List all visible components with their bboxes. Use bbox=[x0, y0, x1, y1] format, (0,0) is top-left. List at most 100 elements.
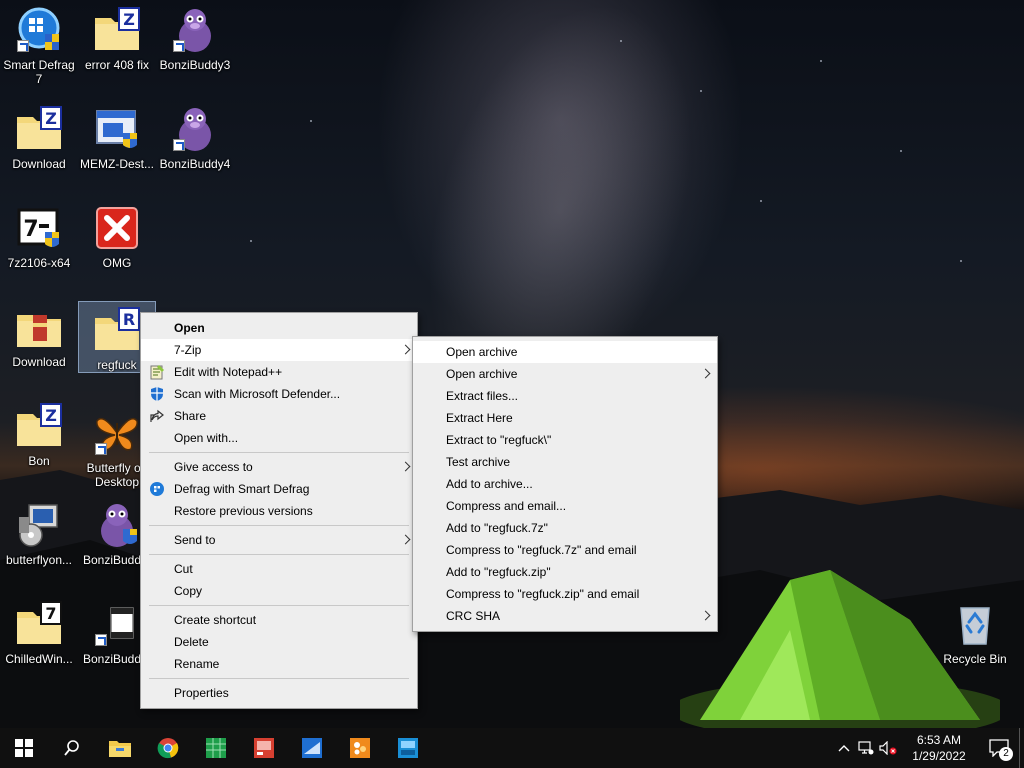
desktop-icon-download-zip[interactable]: Z Download bbox=[1, 101, 77, 197]
menu-item-share[interactable]: Share bbox=[141, 405, 417, 427]
desktop-icon-download-rar[interactable]: Download bbox=[1, 299, 77, 395]
menu-item-scan-defender[interactable]: Scan with Microsoft Defender... bbox=[141, 383, 417, 405]
desktop-icon-bon[interactable]: Z Bon bbox=[1, 398, 77, 494]
taskbar-mail-app[interactable] bbox=[288, 728, 336, 768]
tray-expand-button[interactable] bbox=[833, 728, 855, 768]
menu-item-edit-notepad[interactable]: Edit with Notepad++ bbox=[141, 361, 417, 383]
submenu-item[interactable]: Add to "regfuck.7z" bbox=[413, 517, 717, 539]
chevron-right-icon bbox=[400, 344, 411, 355]
submenu-item[interactable]: Open archive bbox=[413, 341, 717, 363]
winzip-folder-icon: Z bbox=[15, 402, 63, 450]
action-center-button[interactable]: 2 bbox=[979, 728, 1019, 768]
svg-text:Z: Z bbox=[45, 109, 57, 128]
desktop-icon-butterflyon[interactable]: butterflyon... bbox=[1, 497, 77, 593]
taskbar-blue-app[interactable] bbox=[384, 728, 432, 768]
menu-item-give-access[interactable]: Give access to bbox=[141, 456, 417, 478]
volume-button[interactable] bbox=[877, 728, 899, 768]
spreadsheet-app-icon bbox=[206, 738, 226, 758]
menu-item-rename[interactable]: Rename bbox=[141, 653, 417, 675]
chevron-right-icon bbox=[700, 610, 711, 621]
menu-item-create-shortcut[interactable]: Create shortcut bbox=[141, 609, 417, 631]
submenu-item[interactable]: Compress and email... bbox=[413, 495, 717, 517]
error-x-icon bbox=[93, 204, 141, 252]
chevron-right-icon bbox=[400, 461, 411, 472]
winrar-archive-icon: R bbox=[93, 306, 141, 354]
search-button[interactable] bbox=[48, 728, 96, 768]
desktop-icon-smart-defrag[interactable]: Smart Defrag 7 bbox=[1, 2, 77, 98]
submenu-item[interactable]: Extract to "regfuck\" bbox=[413, 429, 717, 451]
submenu-item[interactable]: CRC SHA bbox=[413, 605, 717, 627]
butterfly-icon bbox=[93, 409, 141, 457]
volume-muted-icon bbox=[879, 741, 897, 755]
desktop-icon-recycle-bin[interactable]: Recycle Bin bbox=[937, 596, 1013, 692]
menu-item-open[interactable]: Open bbox=[141, 317, 417, 339]
submenu-item[interactable]: Extract Here bbox=[413, 407, 717, 429]
desktop-icon-error-408-fix[interactable]: Z error 408 fix bbox=[79, 2, 155, 98]
submenu-item[interactable]: Compress to "regfuck.7z" and email bbox=[413, 539, 717, 561]
system-tray: 6:53 AM 1/29/2022 2 bbox=[833, 728, 1024, 768]
menu-item-delete[interactable]: Delete bbox=[141, 631, 417, 653]
chevron-right-icon bbox=[700, 368, 711, 379]
star bbox=[820, 60, 822, 62]
taskbar-colorful-app[interactable] bbox=[336, 728, 384, 768]
clock-time: 6:53 AM bbox=[916, 733, 962, 747]
menu-item-restore[interactable]: Restore previous versions bbox=[141, 500, 417, 522]
star bbox=[620, 40, 622, 42]
network-button[interactable] bbox=[855, 728, 877, 768]
clock[interactable]: 6:53 AM 1/29/2022 bbox=[899, 732, 979, 764]
svg-text:R: R bbox=[123, 310, 135, 329]
submenu-item[interactable]: Compress to "regfuck.zip" and email bbox=[413, 583, 717, 605]
taskbar: 6:53 AM 1/29/2022 2 bbox=[0, 728, 1024, 768]
mail-app-icon bbox=[302, 738, 322, 758]
installer-icon bbox=[93, 105, 141, 153]
desktop-icon-omg[interactable]: OMG bbox=[79, 200, 155, 296]
desktop-icon-bonzibuddy4[interactable]: BonziBuddy4 bbox=[157, 101, 233, 197]
menu-separator bbox=[149, 605, 409, 606]
show-desktop-button[interactable] bbox=[1019, 728, 1024, 768]
submenu-item[interactable]: Test archive bbox=[413, 451, 717, 473]
winzip-folder-icon: Z bbox=[15, 105, 63, 153]
menu-item-cut[interactable]: Cut bbox=[141, 558, 417, 580]
desktop-icon-bonzibuddy3[interactable]: BonziBuddy3 bbox=[157, 2, 233, 98]
desktop-icon-chilledwin[interactable]: 7 ChilledWin... bbox=[1, 596, 77, 692]
bonzibuddy-icon bbox=[93, 501, 141, 549]
chevron-up-icon bbox=[838, 745, 850, 752]
desktop[interactable]: Smart Defrag 7 Z error 408 fix BonziBudd… bbox=[0, 0, 1024, 728]
menu-separator bbox=[149, 525, 409, 526]
winrar-folder-icon bbox=[15, 303, 63, 351]
svg-text:Z: Z bbox=[123, 10, 135, 29]
submenu-item[interactable]: Extract files... bbox=[413, 385, 717, 407]
menu-item-copy[interactable]: Copy bbox=[141, 580, 417, 602]
desktop-icon-memz[interactable]: MEMZ-Dest... bbox=[79, 101, 155, 197]
chevron-right-icon bbox=[400, 534, 411, 545]
bonzibuddy-icon bbox=[171, 105, 219, 153]
submenu-item[interactable]: Add to "regfuck.zip" bbox=[413, 561, 717, 583]
menu-item-open-with[interactable]: Open with... bbox=[141, 427, 417, 449]
notepad-plus-plus-icon bbox=[149, 364, 165, 380]
menu-item-7zip[interactable]: 7-Zip bbox=[141, 339, 417, 361]
windows-start-icon bbox=[15, 739, 33, 757]
menu-item-properties[interactable]: Properties bbox=[141, 682, 417, 704]
blue-app-icon bbox=[398, 738, 418, 758]
file-explorer-icon bbox=[109, 741, 131, 757]
defender-shield-icon bbox=[149, 386, 165, 402]
desktop-icon-7z2106[interactable]: 7 7z2106-x64 bbox=[1, 200, 77, 296]
taskbar-presentation-app[interactable] bbox=[240, 728, 288, 768]
svg-text:Z: Z bbox=[45, 406, 57, 425]
seven-zip-installer-icon: 7 bbox=[15, 204, 63, 252]
menu-item-defrag[interactable]: Defrag with Smart Defrag bbox=[141, 478, 417, 500]
taskbar-spreadsheet-app[interactable] bbox=[192, 728, 240, 768]
colorful-app-icon bbox=[350, 738, 370, 758]
seven-zip-submenu: Open archive Open archive Extract files...… bbox=[412, 336, 718, 632]
smart-defrag-icon bbox=[15, 6, 63, 54]
taskbar-file-explorer[interactable] bbox=[96, 728, 144, 768]
taskbar-chrome[interactable] bbox=[144, 728, 192, 768]
video-file-icon bbox=[93, 600, 141, 648]
network-icon bbox=[858, 741, 874, 755]
submenu-item[interactable]: Add to archive... bbox=[413, 473, 717, 495]
submenu-item[interactable]: Open archive bbox=[413, 363, 717, 385]
context-menu: Open 7-Zip Edit with Notepad++ Scan with… bbox=[140, 312, 418, 709]
menu-item-send-to[interactable]: Send to bbox=[141, 529, 417, 551]
start-button[interactable] bbox=[0, 728, 48, 768]
chrome-icon bbox=[157, 738, 179, 759]
